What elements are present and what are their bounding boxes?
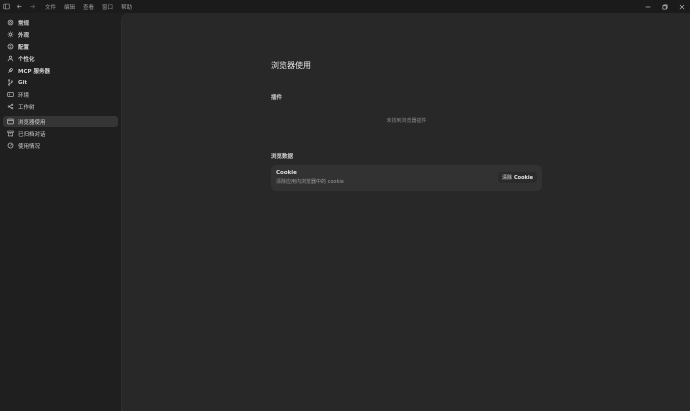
sidebar-item-worktrees[interactable]: 工作树 — [3, 101, 118, 112]
sidebar-item-label: 工作树 — [18, 104, 35, 111]
sidebar-item-usage[interactable]: 使用情况 — [3, 140, 118, 151]
sidebar-item-archived-chats[interactable]: 已归档对话 — [3, 128, 118, 139]
cookie-card: Cookie 清除应用内浏览器中的 cookie 清除 Cookie — [271, 165, 542, 191]
sidebar-item-label: 使用情况 — [18, 143, 41, 150]
browser-icon — [6, 118, 14, 126]
plugins-empty-note: 未找到浏览器插件 — [386, 118, 427, 124]
archive-icon — [6, 130, 14, 138]
restore-button[interactable] — [656, 0, 673, 13]
menu-view[interactable]: 查看 — [83, 3, 94, 11]
sidebar-item-label: MCP 服务器 — [18, 68, 50, 75]
minimize-button[interactable] — [639, 0, 656, 13]
git-branch-icon — [6, 79, 14, 87]
close-button[interactable] — [673, 0, 690, 13]
settings-sidebar: 常规 外观 配置 个性化 MCP 服务器 Git 环境 工作树 浏览器使用 已归… — [0, 13, 121, 411]
title-bar: 文件 编辑 查看 窗口 帮助 — [0, 0, 690, 13]
sidebar-item-general[interactable]: 常规 — [3, 17, 118, 28]
restore-icon — [662, 4, 667, 9]
sidebar-item-label: 环境 — [18, 92, 30, 99]
section-plugins-label: 插件 — [271, 95, 283, 101]
sliders-icon — [6, 43, 14, 51]
clear-cookie-button-prefix: 清除 — [502, 175, 513, 181]
sidebar-item-label: Git — [18, 79, 28, 86]
user-icon — [6, 55, 14, 63]
sidebar-item-label: 常规 — [18, 20, 30, 27]
sidebar-item-browser-use[interactable]: 浏览器使用 — [3, 116, 118, 127]
page-title: 浏览器使用 — [271, 61, 311, 70]
close-icon — [679, 4, 684, 9]
sun-icon — [6, 31, 14, 39]
menu-window[interactable]: 窗口 — [102, 3, 113, 11]
sidebar-item-label: 浏览器使用 — [18, 119, 46, 126]
section-browsing-data-label: 浏览数据 — [271, 154, 294, 160]
sidebar-item-label: 个性化 — [18, 56, 35, 63]
terminal-icon — [6, 91, 14, 99]
sidebar-item-environment[interactable]: 环境 — [3, 89, 118, 100]
plug-icon — [6, 67, 14, 75]
settings-main-panel: 浏览器使用 插件 未找到浏览器插件 浏览数据 Cookie 清除应用内浏览器中的… — [121, 13, 690, 411]
gauge-icon — [6, 142, 14, 150]
sidebar-item-appearance[interactable]: 外观 — [3, 29, 118, 40]
cookie-card-description: 清除应用内浏览器中的 cookie — [276, 179, 344, 185]
gear-icon — [6, 19, 14, 27]
sidebar-item-label: 已归档对话 — [18, 131, 46, 138]
sidebar-item-label: 外观 — [18, 32, 30, 39]
cookie-card-title: Cookie — [276, 170, 297, 176]
sidebar-item-git[interactable]: Git — [3, 77, 118, 88]
sidebar-item-label: 配置 — [18, 44, 30, 51]
tree-icon — [6, 103, 14, 111]
clear-cookie-button-bold: Cookie — [514, 174, 533, 181]
minimize-icon — [645, 6, 650, 7]
sidebar-item-personalization[interactable]: 个性化 — [3, 53, 118, 64]
back-arrow-icon[interactable] — [13, 0, 26, 13]
clear-cookie-button[interactable]: 清除 Cookie — [498, 172, 537, 183]
sidebar-item-config[interactable]: 配置 — [3, 41, 118, 52]
sidebar-toggle-icon[interactable] — [0, 0, 13, 13]
menu-help[interactable]: 帮助 — [121, 3, 132, 11]
menu-edit[interactable]: 编辑 — [64, 3, 75, 11]
sidebar-item-mcp-servers[interactable]: MCP 服务器 — [3, 65, 118, 76]
menu-file[interactable]: 文件 — [45, 3, 56, 11]
forward-arrow-icon[interactable] — [26, 0, 39, 13]
window-controls — [639, 0, 690, 13]
